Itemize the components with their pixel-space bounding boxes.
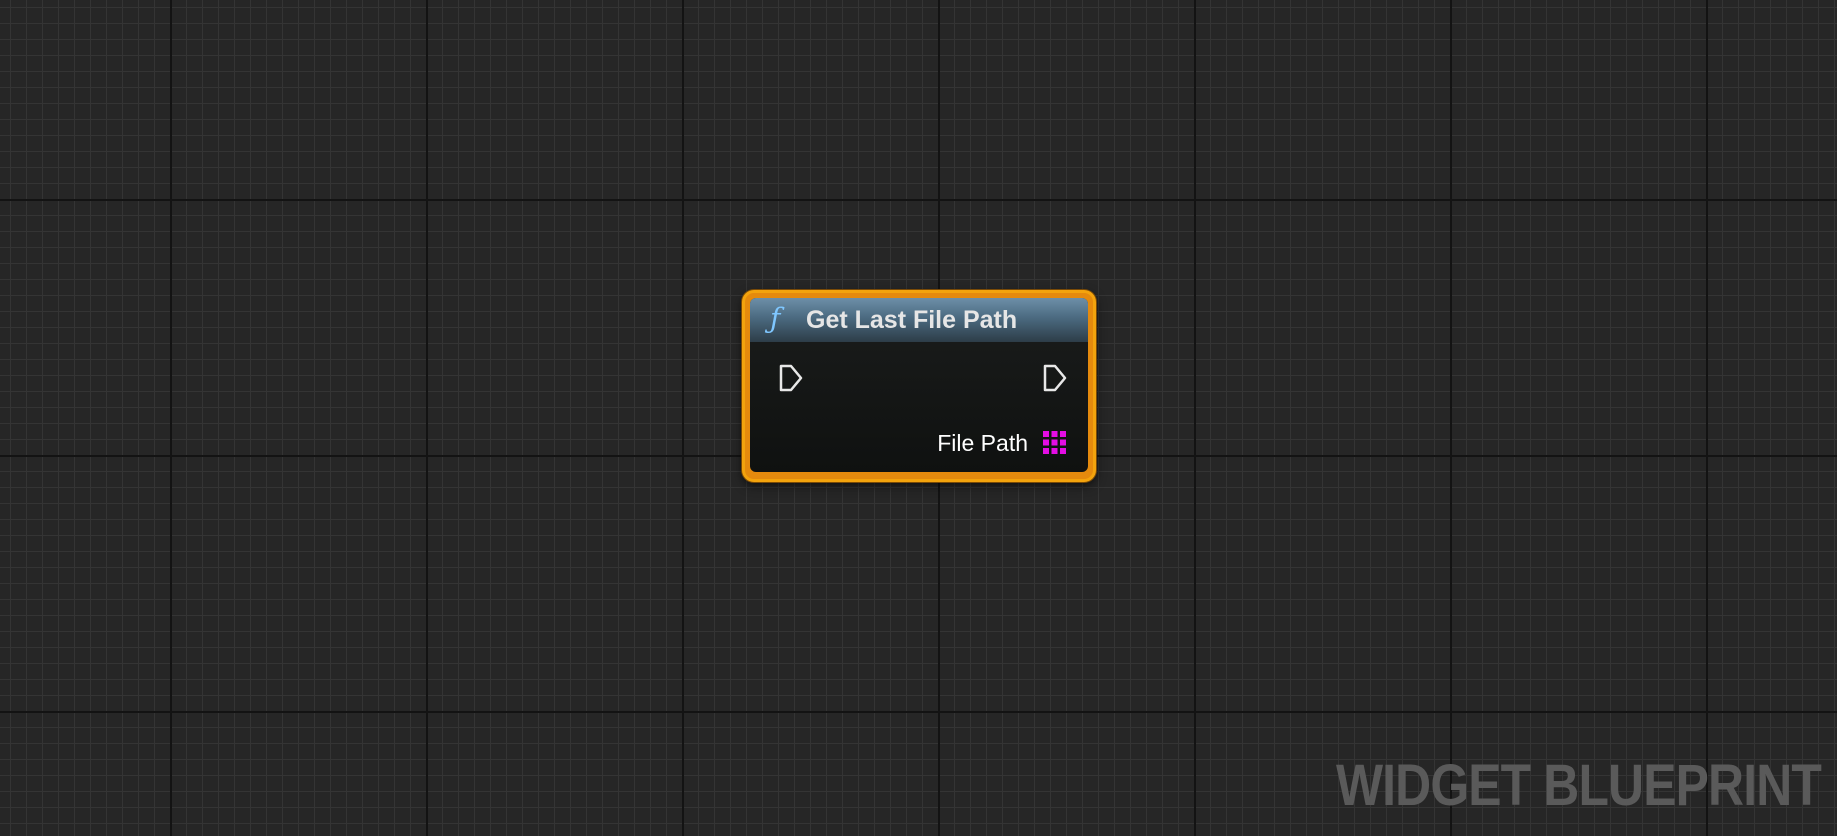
widget-blueprint-watermark: WIDGET BLUEPRINT <box>1335 753 1822 818</box>
file-path-pin-label: File Path <box>937 430 1028 456</box>
exec-output-pin-icon[interactable] <box>1042 363 1068 393</box>
function-node[interactable]: ƒ Get Last File Path File Path <box>742 290 1096 482</box>
node-header[interactable]: ƒ Get Last File Path <box>750 298 1088 342</box>
node-body: ƒ Get Last File Path File Path <box>750 298 1088 472</box>
node-title: Get Last File Path <box>806 306 1018 334</box>
blueprint-graph-canvas[interactable]: ƒ Get Last File Path File Path WIDGET BL… <box>0 0 1837 836</box>
function-icon: ƒ <box>770 302 781 335</box>
exec-input-pin-icon[interactable] <box>778 363 804 393</box>
map-pin-icon[interactable] <box>1043 431 1066 454</box>
